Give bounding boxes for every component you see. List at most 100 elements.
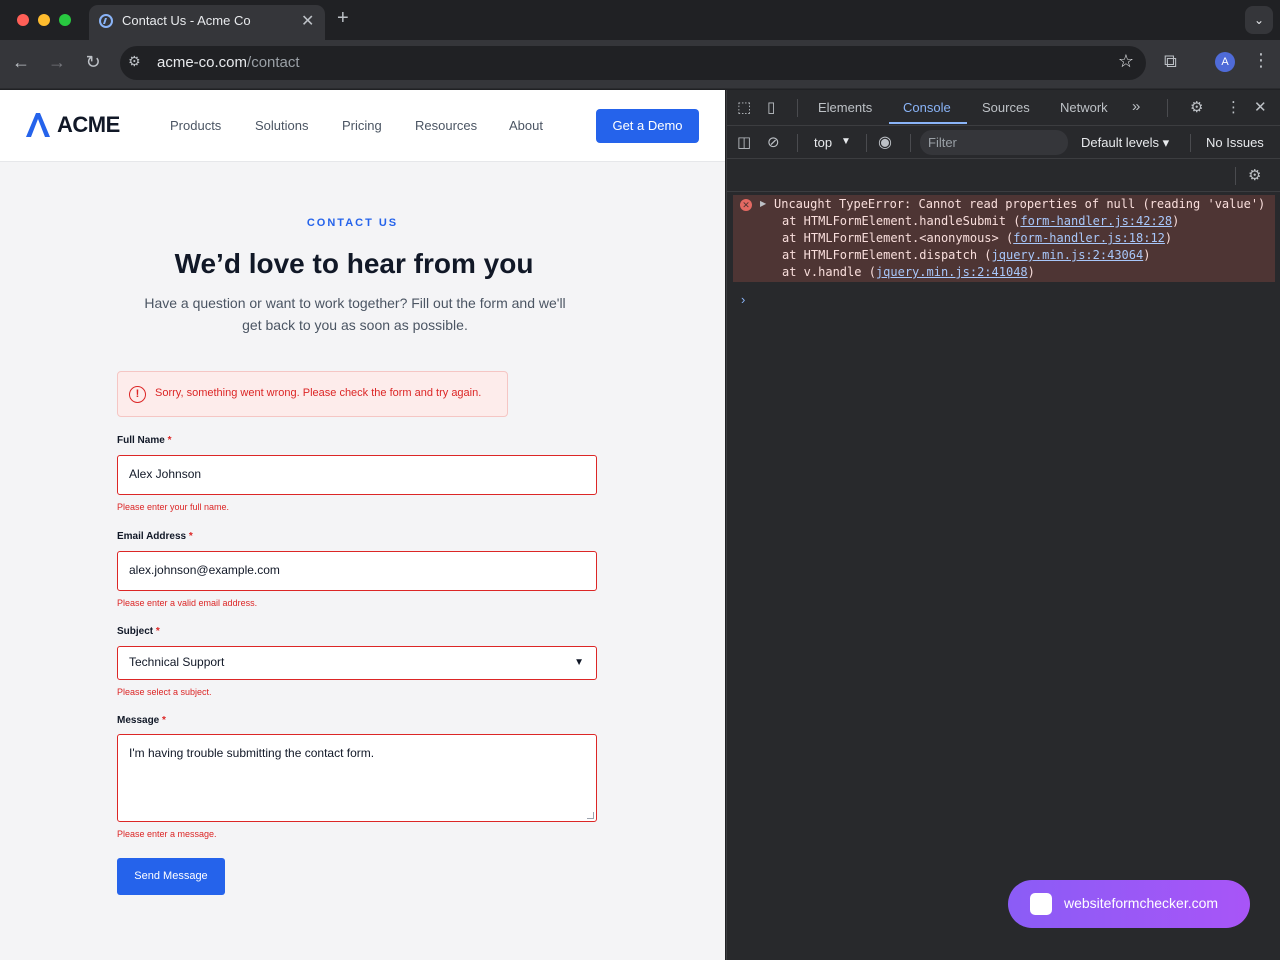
- url-path: /contact: [247, 54, 300, 71]
- context-caret-icon: ▼: [841, 136, 851, 147]
- web-page: ACME Products Solutions Pricing Resource…: [0, 90, 725, 960]
- subject-selected-value: Technical Support: [129, 655, 225, 669]
- browser-toolbar: ← → ↻ ⚙ acme-co.com/contact ☆ ⧉ A ⋮: [0, 40, 1280, 89]
- email-input[interactable]: alex.johnson@example.com: [117, 551, 597, 591]
- browser-menu-icon[interactable]: ⋮: [1252, 50, 1270, 71]
- stack-frame: at v.handle (jquery.min.js:2:41048): [782, 265, 1035, 279]
- nav-link-pricing[interactable]: Pricing: [342, 118, 382, 133]
- page-subtitle: Have a question or want to work together…: [144, 295, 566, 333]
- reload-icon[interactable]: ↻: [82, 52, 104, 73]
- tab-sources[interactable]: Sources: [982, 100, 1030, 115]
- full-name-label: Full Name *: [117, 435, 172, 446]
- stack-source-link[interactable]: form-handler.js:42:28: [1020, 214, 1172, 228]
- window-maximize-button[interactable]: [59, 14, 71, 26]
- site-favicon-icon: [99, 14, 113, 28]
- console-settings-gear-icon[interactable]: ⚙: [1248, 166, 1261, 184]
- device-toolbar-icon[interactable]: ▯: [767, 98, 775, 116]
- console-settings-row: ⚙: [727, 159, 1280, 192]
- message-text: I'm having trouble submitting the contac…: [129, 746, 375, 760]
- extensions-puzzle-icon[interactable]: ⧉: [1164, 51, 1177, 72]
- console-filter-bar: ◫ ⊘ top ▼ ◉ Filter Default levels ▾ No I…: [727, 126, 1280, 159]
- page-title: We’d love to hear from you: [174, 248, 534, 279]
- devtools-tab-bar: ⬚ ▯ Elements Console Sources Network » ⚙…: [727, 90, 1280, 126]
- log-levels-dropdown[interactable]: Default levels ▾: [1081, 135, 1169, 151]
- resize-handle-icon[interactable]: [587, 812, 594, 819]
- clear-console-icon[interactable]: ⊘: [767, 133, 780, 151]
- back-arrow-icon[interactable]: ←: [10, 52, 32, 73]
- nav-link-products[interactable]: Products: [170, 118, 221, 133]
- toolbar-divider: [910, 134, 911, 152]
- inspect-element-icon[interactable]: ⬚: [737, 98, 751, 116]
- toolbar-divider: [1235, 167, 1236, 185]
- subject-error: Please select a subject.: [117, 687, 212, 697]
- live-expression-eye-icon[interactable]: ◉: [878, 132, 892, 152]
- devtools-panel: ⬚ ▯ Elements Console Sources Network » ⚙…: [726, 90, 1280, 960]
- form-error-alert: ! Sorry, something went wrong. Please ch…: [117, 371, 508, 417]
- window-close-button[interactable]: [17, 14, 29, 26]
- site-header: ACME Products Solutions Pricing Resource…: [0, 90, 725, 162]
- tab-console[interactable]: Console: [903, 100, 951, 115]
- stack-frame: at HTMLFormElement.dispatch (jquery.min.…: [782, 248, 1151, 262]
- section-eyebrow: CONTACT US: [306, 217, 399, 229]
- tab-close-icon[interactable]: ✕: [301, 11, 314, 31]
- devtools-menu-icon[interactable]: ⋮: [1226, 98, 1241, 116]
- nav-link-solutions[interactable]: Solutions: [255, 118, 308, 133]
- message-error: Please enter a message.: [117, 829, 217, 839]
- stack-frame: at HTMLFormElement.handleSubmit (form-ha…: [782, 214, 1180, 228]
- stack-source-link[interactable]: jquery.min.js:2:43064: [992, 248, 1144, 262]
- address-url[interactable]: acme-co.com/contact: [157, 54, 300, 71]
- toolbar-divider: [1167, 99, 1168, 117]
- stack-source-link[interactable]: jquery.min.js:2:41048: [876, 265, 1028, 279]
- subject-select[interactable]: Technical Support ▼: [117, 646, 597, 680]
- error-text: Uncaught TypeError: Cannot read properti…: [774, 197, 1266, 211]
- browser-tab-bar: Contact Us - Acme Co ✕ + ⌄: [0, 0, 1280, 40]
- site-settings-icon[interactable]: ⚙: [128, 53, 141, 70]
- execution-context-select[interactable]: top: [814, 135, 832, 150]
- sidebar-toggle-icon[interactable]: ◫: [737, 133, 751, 151]
- watermark-badge[interactable]: websiteformchecker.com: [1008, 880, 1250, 928]
- console-error-message[interactable]: ✕ ▶ Uncaught TypeError: Cannot read prop…: [733, 195, 1275, 282]
- tab-elements[interactable]: Elements: [818, 100, 872, 115]
- full-name-input[interactable]: Alex Johnson: [117, 455, 597, 495]
- nav-link-about[interactable]: About: [509, 118, 543, 133]
- chevron-down-icon: ▼: [574, 657, 584, 668]
- toolbar-divider: [1190, 134, 1191, 152]
- message-label: Message *: [117, 715, 166, 726]
- forward-arrow-icon[interactable]: →: [46, 52, 68, 73]
- new-tab-icon[interactable]: +: [337, 7, 349, 30]
- issues-counter[interactable]: No Issues: [1206, 135, 1264, 150]
- settings-gear-icon[interactable]: ⚙: [1190, 98, 1203, 116]
- toolbar-divider: [797, 134, 798, 152]
- console-prompt-icon[interactable]: ›: [741, 292, 745, 307]
- send-message-button[interactable]: Send Message: [117, 858, 225, 895]
- tab-network[interactable]: Network: [1060, 100, 1108, 115]
- tab-search-chevron-icon[interactable]: ⌄: [1245, 6, 1273, 34]
- stack-frame: at HTMLFormElement.<anonymous> (form-han…: [782, 231, 1173, 245]
- toolbar-divider: [866, 134, 867, 152]
- nav-link-resources[interactable]: Resources: [415, 118, 477, 133]
- error-circle-icon: ✕: [740, 199, 752, 211]
- browser-tab-active[interactable]: Contact Us - Acme Co ✕: [89, 5, 325, 40]
- profile-avatar[interactable]: A: [1215, 52, 1235, 72]
- expand-triangle-icon[interactable]: ▶: [760, 199, 766, 208]
- stack-source-link[interactable]: form-handler.js:18:12: [1013, 231, 1165, 245]
- window-minimize-button[interactable]: [38, 14, 50, 26]
- close-devtools-icon[interactable]: ✕: [1254, 98, 1267, 116]
- get-demo-button[interactable]: Get a Demo: [596, 109, 699, 143]
- more-tabs-chevron-icon[interactable]: »: [1132, 98, 1140, 115]
- address-bar[interactable]: ⚙ acme-co.com/contact ☆: [120, 46, 1146, 80]
- toolbar-divider: [797, 99, 798, 117]
- email-error: Please enter a valid email address.: [117, 598, 258, 608]
- alert-message: Sorry, something went wrong. Please chec…: [155, 387, 482, 399]
- bookmark-star-icon[interactable]: ☆: [1118, 51, 1134, 72]
- logo-text[interactable]: ACME: [57, 112, 120, 138]
- subject-label: Subject *: [117, 626, 160, 637]
- email-label: Email Address *: [117, 531, 193, 542]
- active-tab-indicator: [889, 122, 967, 124]
- alert-circle-icon: !: [129, 386, 146, 403]
- message-textarea[interactable]: I'm having trouble submitting the contac…: [117, 734, 597, 822]
- full-name-error: Please enter your full name.: [117, 502, 230, 512]
- acme-logo-icon[interactable]: [25, 112, 51, 138]
- badge-text: websiteformchecker.com: [1064, 895, 1219, 911]
- console-filter-input[interactable]: Filter: [920, 130, 1068, 155]
